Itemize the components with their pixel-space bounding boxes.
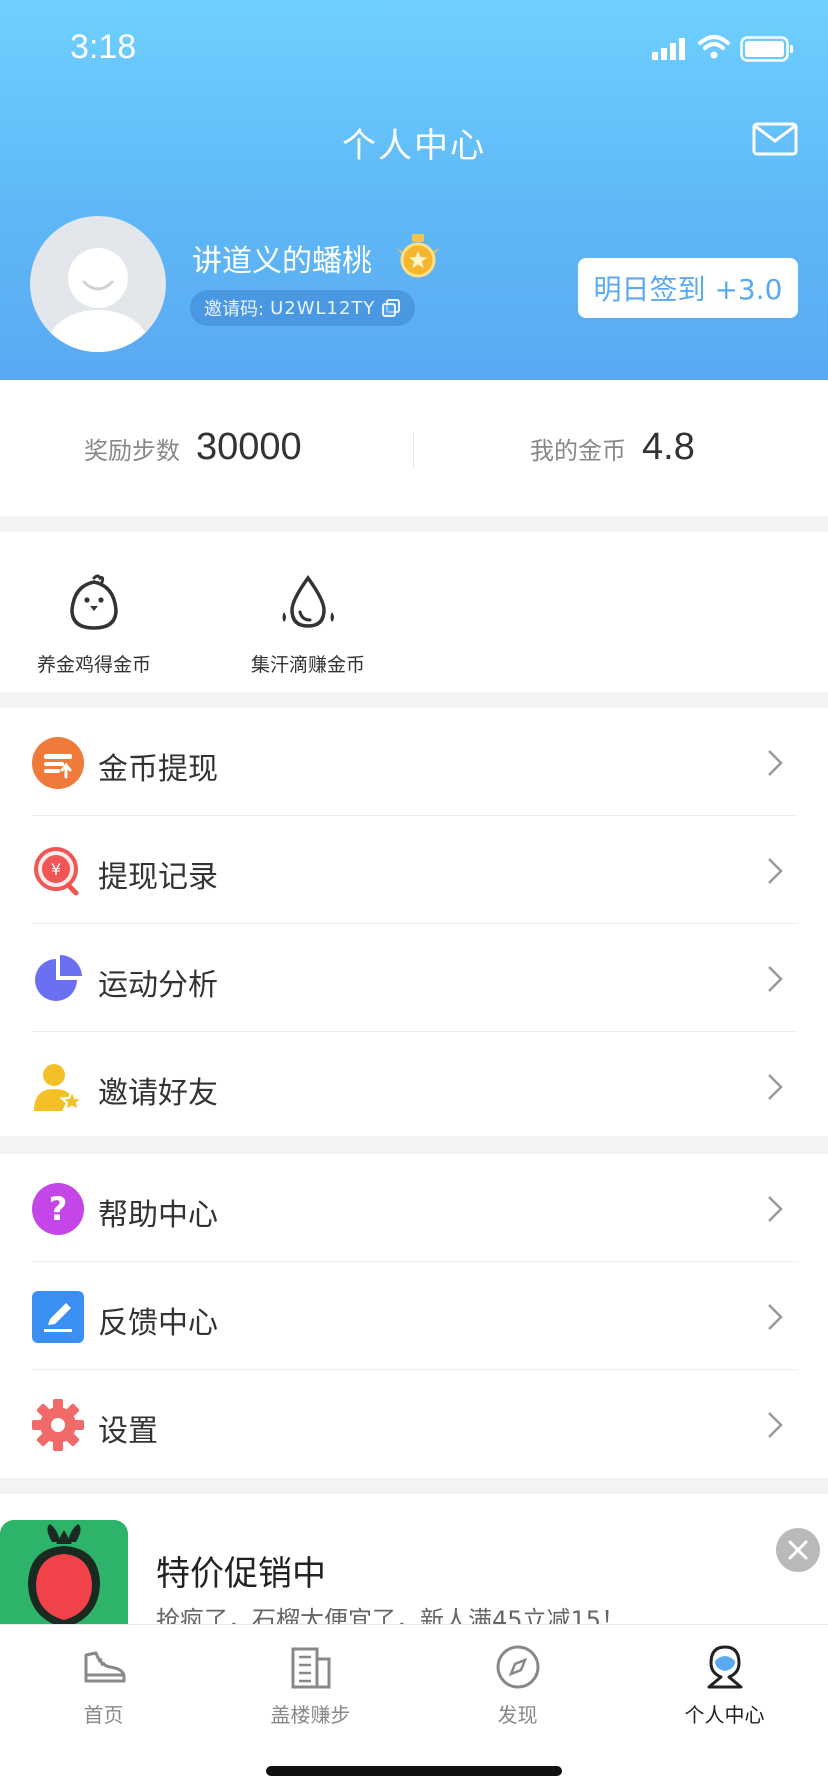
- tab-building-steps[interactable]: 盖楼赚步: [207, 1625, 414, 1735]
- close-icon: [788, 1540, 808, 1560]
- profile-icon: [707, 1645, 743, 1689]
- my-coins-stat[interactable]: 我的金币 4.8: [530, 426, 695, 469]
- tab-label: 个人中心: [684, 1703, 765, 1727]
- menu-label: 提现记录: [98, 860, 218, 895]
- help-icon: ?: [32, 1183, 84, 1235]
- ad-close-button[interactable]: [776, 1528, 820, 1572]
- menu-label: 邀请好友: [98, 1076, 218, 1111]
- compass-icon: [496, 1645, 540, 1689]
- battery-icon: [740, 36, 793, 62]
- chick-icon: [70, 574, 118, 630]
- ad-banner[interactable]: 特价促销中 抢疯了，石榴太便宜了，新人满45立减15！...: [0, 1494, 828, 1624]
- menu-label: 帮助中心: [98, 1198, 218, 1233]
- menu-label: 设置: [98, 1414, 158, 1449]
- tab-home[interactable]: 首页: [0, 1625, 207, 1735]
- reward-steps-stat[interactable]: 奖励步数 30000: [84, 426, 302, 469]
- svg-text:¥: ¥: [51, 860, 61, 879]
- pomegranate-icon: [28, 1524, 100, 1624]
- menu-item-feedback-center[interactable]: 反馈中心: [0, 1262, 828, 1370]
- quick-item-sweat-drops[interactable]: 集汗滴赚金币: [208, 532, 408, 692]
- chevron-right-icon: [768, 858, 783, 884]
- ad-title: 特价促销中: [156, 1554, 326, 1594]
- feedback-icon: [32, 1291, 84, 1343]
- menu-group-wallet: 金币提现 ¥ 提现记录 运动分析 邀请好友: [0, 708, 828, 1136]
- status-time: 3:18: [70, 28, 137, 66]
- my-coins-value: 4.8: [642, 426, 695, 468]
- ad-image: [0, 1520, 128, 1624]
- status-bar: 3:18: [0, 0, 828, 100]
- chevron-right-icon: [768, 1412, 783, 1438]
- avatar[interactable]: [30, 216, 166, 352]
- invite-code-pill[interactable]: 邀请码: U2WL12TY: [190, 290, 416, 326]
- chevron-right-icon: [768, 966, 783, 992]
- stats-panel: 奖励步数 30000 我的金币 4.8: [0, 380, 828, 516]
- withdraw-record-icon: ¥: [34, 847, 79, 896]
- quick-actions: 养金鸡得金币 集汗滴赚金币: [0, 532, 828, 692]
- menu-item-settings[interactable]: 设置: [0, 1370, 828, 1478]
- signal-icon: [652, 38, 685, 60]
- username: 讲道义的蟠桃: [192, 244, 372, 279]
- default-avatar-icon: [48, 248, 148, 352]
- invite-code-label: 邀请码:: [204, 299, 265, 320]
- chevron-right-icon: [768, 750, 783, 776]
- stats-divider: [413, 432, 414, 468]
- copy-icon[interactable]: [381, 298, 401, 318]
- pie-chart-icon: [35, 955, 82, 1001]
- tab-discover[interactable]: 发现: [414, 1625, 621, 1735]
- menu-item-coin-withdraw[interactable]: 金币提现: [0, 708, 828, 816]
- menu-item-exercise-analysis[interactable]: 运动分析: [0, 924, 828, 1032]
- medal-icon: [394, 234, 442, 278]
- quick-label-sweat-drops: 集汗滴赚金币: [250, 654, 365, 676]
- gear-icon: [32, 1399, 84, 1451]
- sweat-drop-icon: [282, 575, 334, 628]
- menu-item-withdraw-record[interactable]: ¥ 提现记录: [0, 816, 828, 924]
- tab-label: 首页: [83, 1703, 124, 1727]
- chevron-right-icon: [768, 1304, 783, 1330]
- quick-label-golden-chick: 养金鸡得金币: [36, 654, 151, 676]
- menu-item-help-center[interactable]: ? 帮助中心: [0, 1154, 828, 1262]
- menu-label: 反馈中心: [98, 1306, 218, 1341]
- coin-withdraw-icon: [32, 737, 84, 789]
- reward-steps-label: 奖励步数: [84, 437, 180, 465]
- page-title: 个人中心: [342, 126, 486, 166]
- invite-code-value: U2WL12TY: [270, 297, 376, 319]
- profile-header: 3:18 个人中心 讲道义的蟠桃 邀请码: U2WL12TY 明日签到 +3.0: [0, 0, 828, 380]
- checkin-button[interactable]: 明日签到 +3.0: [578, 258, 798, 318]
- tab-label: 盖楼赚步: [270, 1703, 351, 1727]
- menu-item-invite-friends[interactable]: 邀请好友: [0, 1032, 828, 1140]
- building-icon: [291, 1647, 331, 1689]
- menu-label: 运动分析: [98, 968, 218, 1003]
- shoe-icon: [84, 1651, 126, 1683]
- my-coins-label: 我的金币: [530, 437, 626, 465]
- ad-text: 抢疯了，石榴太便宜了，新人满45立减15！...: [156, 1606, 648, 1624]
- reward-steps-value: 30000: [196, 426, 302, 468]
- chevron-right-icon: [768, 1074, 783, 1100]
- mail-icon[interactable]: [752, 122, 798, 156]
- wifi-icon: [698, 35, 730, 59]
- home-indicator: [266, 1766, 562, 1776]
- menu-label: 金币提现: [98, 752, 218, 787]
- svg-text:?: ?: [49, 1190, 68, 1228]
- chevron-right-icon: [768, 1196, 783, 1222]
- quick-item-golden-chick[interactable]: 养金鸡得金币: [0, 532, 194, 692]
- tab-label: 发现: [497, 1703, 538, 1727]
- menu-group-support: ? 帮助中心 反馈中心 设置: [0, 1154, 828, 1478]
- tab-profile[interactable]: 个人中心: [621, 1625, 828, 1735]
- invite-friend-icon: [34, 1064, 84, 1112]
